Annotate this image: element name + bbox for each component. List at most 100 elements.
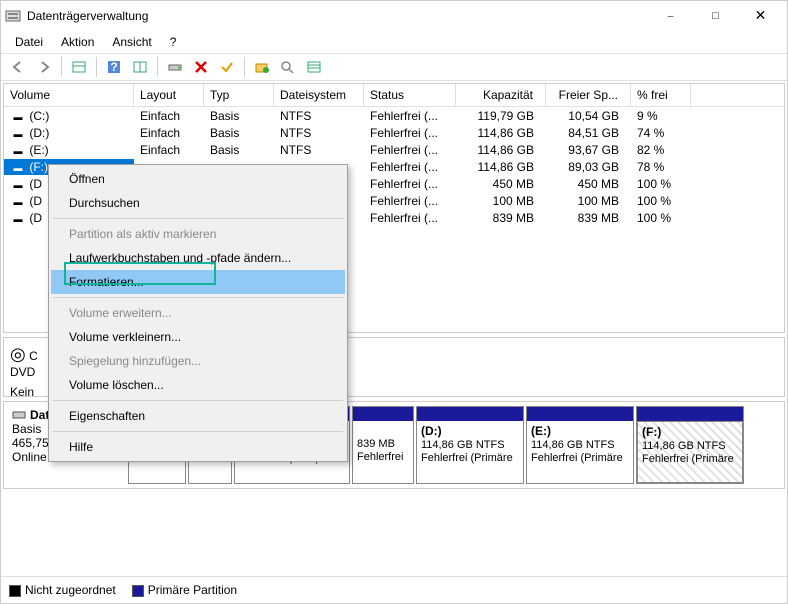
col-kap[interactable]: Kapazität [456,84,546,106]
menu-item[interactable]: Durchsuchen [51,191,345,215]
folder-add-icon[interactable] [251,56,273,78]
menu-item[interactable]: Formatieren... [51,270,345,294]
volume-frei: 93,67 GB [546,142,631,158]
menu-item[interactable]: Eigenschaften [51,404,345,428]
volume-kap: 114,86 GB [456,159,546,175]
volume-list-header: Volume Layout Typ Dateisystem Status Kap… [4,84,784,107]
volume-row[interactable]: ▬ (C:)EinfachBasisNTFSFehlerfrei (...119… [4,107,784,124]
close-button[interactable]: ✕ [738,1,783,31]
toolbar: ? [1,53,787,81]
partition[interactable]: (E:)114,86 GB NTFSFehlerfrei (Primäre [526,406,634,484]
context-menu: ÖffnenDurchsuchen Partition als aktiv mar… [48,164,348,462]
cd-icon: ◎ [10,344,26,364]
volume-row[interactable]: ▬ (E:)EinfachBasisNTFSFehlerfrei (...114… [4,141,784,158]
volume-typ: Basis [204,142,274,158]
partition-bar [527,407,633,421]
legend: Nicht zugeordnet Primäre Partition [1,576,787,603]
legend-primary: Primäre Partition [132,583,237,597]
forward-button[interactable] [33,56,55,78]
volume-row[interactable]: ▬ (D:)EinfachBasisNTFSFehlerfrei (...114… [4,124,784,141]
disk-icon [12,409,26,421]
drive-icon: ▬ [10,197,26,207]
back-button[interactable] [7,56,29,78]
menu-item[interactable]: Laufwerkbuchstaben und -pfade ändern... [51,246,345,270]
drive-icon: ▬ [10,129,26,139]
menu-separator [53,218,343,219]
volume-status: Fehlerfrei (... [364,125,456,141]
volume-frei: 450 MB [546,176,631,192]
col-layout[interactable]: Layout [134,84,204,106]
volume-kap: 450 MB [456,176,546,192]
menu-item[interactable]: Öffnen [51,167,345,191]
menu-item: Spiegelung hinzufügen... [51,349,345,373]
partition-body: (F:)114,86 GB NTFSFehlerfrei (Primäre [637,421,743,483]
menu-view[interactable]: Ansicht [106,33,157,51]
menu-item[interactable]: Hilfe [51,435,345,459]
search-icon[interactable] [277,56,299,78]
drive-icon: ▬ [10,163,26,173]
delete-button[interactable] [190,56,212,78]
partition-bar [637,407,743,421]
col-fs[interactable]: Dateisystem [274,84,364,106]
partition[interactable]: 839 MBFehlerfrei [352,406,414,484]
list-icon[interactable] [303,56,325,78]
partition-body: (E:)114,86 GB NTFSFehlerfrei (Primäre [527,421,633,483]
view-settings-button[interactable] [68,56,90,78]
layout-button[interactable] [129,56,151,78]
volume-kap: 839 MB [456,210,546,226]
partition-bar [417,407,523,421]
volume-name: (D [29,194,42,208]
volume-typ: Basis [204,108,274,124]
volume-status: Fehlerfrei (... [364,210,456,226]
maximize-button[interactable]: □ [693,1,738,31]
menu-item[interactable]: Volume verkleinern... [51,325,345,349]
menu-file[interactable]: Datei [9,33,49,51]
menu-item[interactable]: Volume löschen... [51,373,345,397]
volume-layout: Einfach [134,108,204,124]
check-button[interactable] [216,56,238,78]
legend-unallocated: Nicht zugeordnet [9,583,116,597]
volume-pct: 9 % [631,108,691,124]
col-frei[interactable]: Freier Sp... [546,84,631,106]
volume-pct: 100 % [631,210,691,226]
volume-name: (D [29,211,42,225]
menu-action[interactable]: Aktion [55,33,100,51]
volume-frei: 100 MB [546,193,631,209]
app-icon [5,8,21,24]
volume-kap: 114,86 GB [456,125,546,141]
col-typ[interactable]: Typ [204,84,274,106]
col-pct[interactable]: % frei [631,84,691,106]
volume-status: Fehlerfrei (... [364,193,456,209]
partition[interactable]: (F:)114,86 GB NTFSFehlerfrei (Primäre [636,406,744,484]
drive-icon: ▬ [10,180,26,190]
menu-help[interactable]: ? [164,33,183,51]
svg-text:?: ? [110,60,117,74]
drive-icon: ▬ [10,214,26,224]
col-status[interactable]: Status [364,84,456,106]
partition[interactable]: (D:)114,86 GB NTFSFehlerfrei (Primäre [416,406,524,484]
volume-pct: 82 % [631,142,691,158]
volume-name: (F:) [29,160,48,174]
volume-frei: 839 MB [546,210,631,226]
volume-name: (C:) [29,109,49,123]
volume-layout: Einfach [134,125,204,141]
volume-pct: 74 % [631,125,691,141]
optical-letter: C [29,349,38,363]
col-volume[interactable]: Volume [4,84,134,106]
volume-frei: 89,03 GB [546,159,631,175]
menu-item: Partition als aktiv markieren [51,222,345,246]
drive-icon[interactable] [164,56,186,78]
volume-kap: 100 MB [456,193,546,209]
partition-body: (D:)114,86 GB NTFSFehlerfrei (Primäre [417,421,523,483]
volume-typ: Basis [204,125,274,141]
minimize-button[interactable]: – [648,1,693,31]
menu-item: Volume erweitern... [51,301,345,325]
partition-body: 839 MBFehlerfrei [353,421,413,483]
volume-status: Fehlerfrei (... [364,176,456,192]
volume-status: Fehlerfrei (... [364,142,456,158]
volume-name: (D:) [29,126,49,140]
volume-status: Fehlerfrei (... [364,159,456,175]
help-button[interactable]: ? [103,56,125,78]
volume-kap: 114,86 GB [456,142,546,158]
volume-pct: 100 % [631,193,691,209]
